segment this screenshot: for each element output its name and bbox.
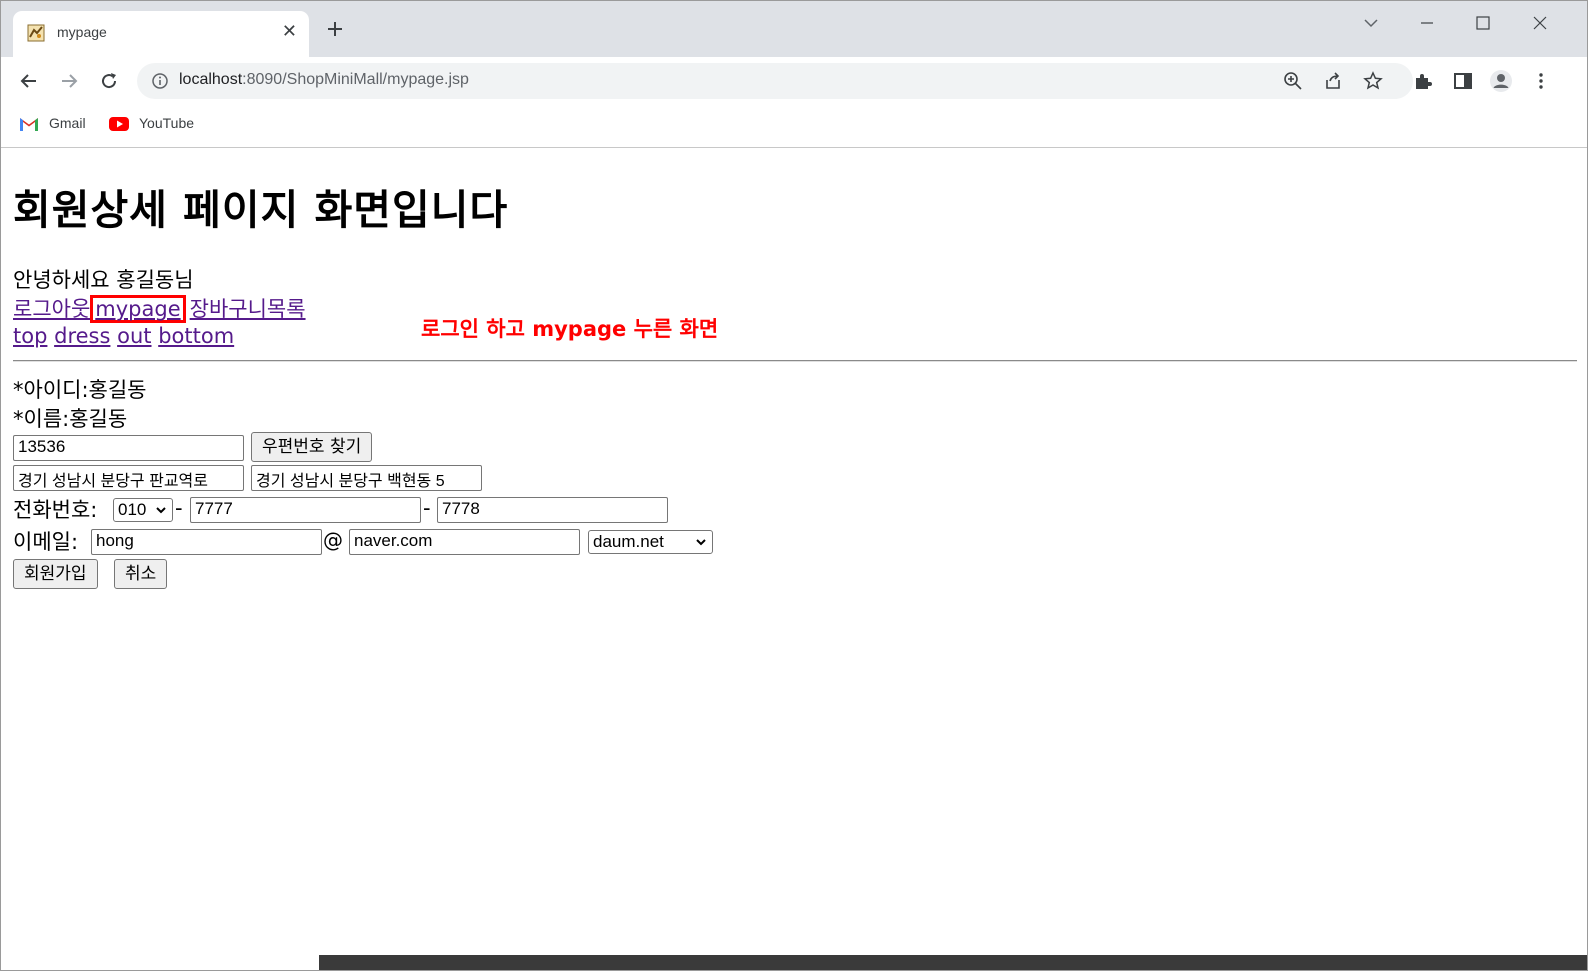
page-content: 회원상세 페이지 화면입니다 안녕하세요 홍길동님 로그아웃 mypage 장바구니… [1,148,1587,955]
category-top-link[interactable]: top [13,324,47,348]
phone-separator: - [423,496,431,520]
email-at-sign: @ [323,528,343,552]
bookmarks-bar: Gmail YouTube [1,105,1587,148]
annotation-text: 로그인 하고 mypage 누른 화면 [421,317,719,341]
greeting-text: 안녕하세요 홍길동님 [13,268,194,292]
bookmark-gmail[interactable]: Gmail [19,115,93,135]
tab-mypage[interactable]: mypage ✕ [13,11,309,57]
address-bar[interactable]: localhost:8090/ShopMiniMall/mypage.jsp [137,63,1413,99]
chevron-down-icon [696,539,706,546]
browser-toolbar: localhost:8090/ShopMiniMall/mypage.jsp [1,57,1587,105]
browser-window: mypage ✕ localhost:8090/ShopMiniMall/myp… [0,0,1588,971]
new-tab-icon[interactable] [323,17,347,41]
find-postcode-button[interactable]: 우편번호 찾기 [251,432,373,462]
site-info-icon[interactable] [151,72,169,90]
category-out-link[interactable]: out [117,324,151,348]
youtube-icon [109,117,129,131]
back-arrow-icon[interactable] [17,69,41,93]
zoom-icon[interactable] [1283,71,1303,91]
tab-title: mypage [57,24,107,40]
user-id-text: *아이디:홍길동 [13,378,147,402]
divider [13,360,1577,362]
nav-links-row1: 로그아웃 mypage 장바구니목록 [13,293,306,323]
tab-strip: mypage ✕ [1,1,1587,57]
category-dress-link[interactable]: dress [54,324,110,348]
bookmark-star-icon[interactable] [1363,71,1383,91]
gmail-icon [20,118,38,131]
share-icon[interactable] [1323,71,1343,91]
category-bottom-link[interactable]: bottom [158,324,234,348]
maximize-icon[interactable] [1471,11,1495,35]
menu-kebab-icon[interactable] [1529,69,1553,93]
address2-input[interactable]: 경기 성남시 분당구 백현동 5 [251,465,482,491]
page-title: 회원상세 페이지 화면입니다 [13,186,509,234]
user-name-text: *이름:홍길동 [13,407,128,431]
tab-search-chevron-icon[interactable] [1359,11,1383,35]
close-window-icon[interactable] [1528,11,1552,35]
bookmark-youtube[interactable]: YouTube [109,115,205,135]
extensions-puzzle-icon[interactable] [1411,69,1435,93]
phone-last-input[interactable]: 7778 [437,497,668,523]
forward-arrow-icon[interactable] [57,69,81,93]
minimize-icon[interactable] [1415,11,1439,35]
email-domain-input[interactable]: naver.com [349,529,580,555]
email-label: 이메일: [13,530,79,554]
email-domain-select[interactable]: daum.net [588,530,713,554]
phone-label: 전화번호: [13,498,98,522]
profile-avatar-icon[interactable] [1489,69,1513,93]
mypage-link[interactable]: mypage [95,297,180,321]
cancel-button[interactable]: 취소 [114,559,168,589]
phone-separator: - [175,496,183,520]
side-panel-icon[interactable] [1451,69,1475,93]
mypage-highlight-box: mypage [90,295,186,323]
tomcat-favicon-icon [27,24,45,42]
address1-input[interactable]: 경기 성남시 분당구 판교역로 [13,465,244,491]
chevron-down-icon [156,507,166,514]
phone-middle-input[interactable]: 7777 [190,497,421,523]
logout-link[interactable]: 로그아웃 [13,297,90,321]
postcode-input[interactable]: 13536 [13,435,244,461]
taskbar-strip [319,955,1587,970]
phone-prefix-select[interactable]: 010 [113,498,173,522]
submit-button[interactable]: 회원가입 [13,559,98,589]
url-text[interactable]: localhost:8090/ShopMiniMall/mypage.jsp [179,71,469,89]
nav-links-row2: top dress out bottom [13,324,234,348]
tab-close-icon[interactable]: ✕ [282,21,297,43]
reload-icon[interactable] [97,69,121,93]
cart-link[interactable]: 장바구니목록 [190,297,306,321]
email-id-input[interactable]: hong [91,529,322,555]
